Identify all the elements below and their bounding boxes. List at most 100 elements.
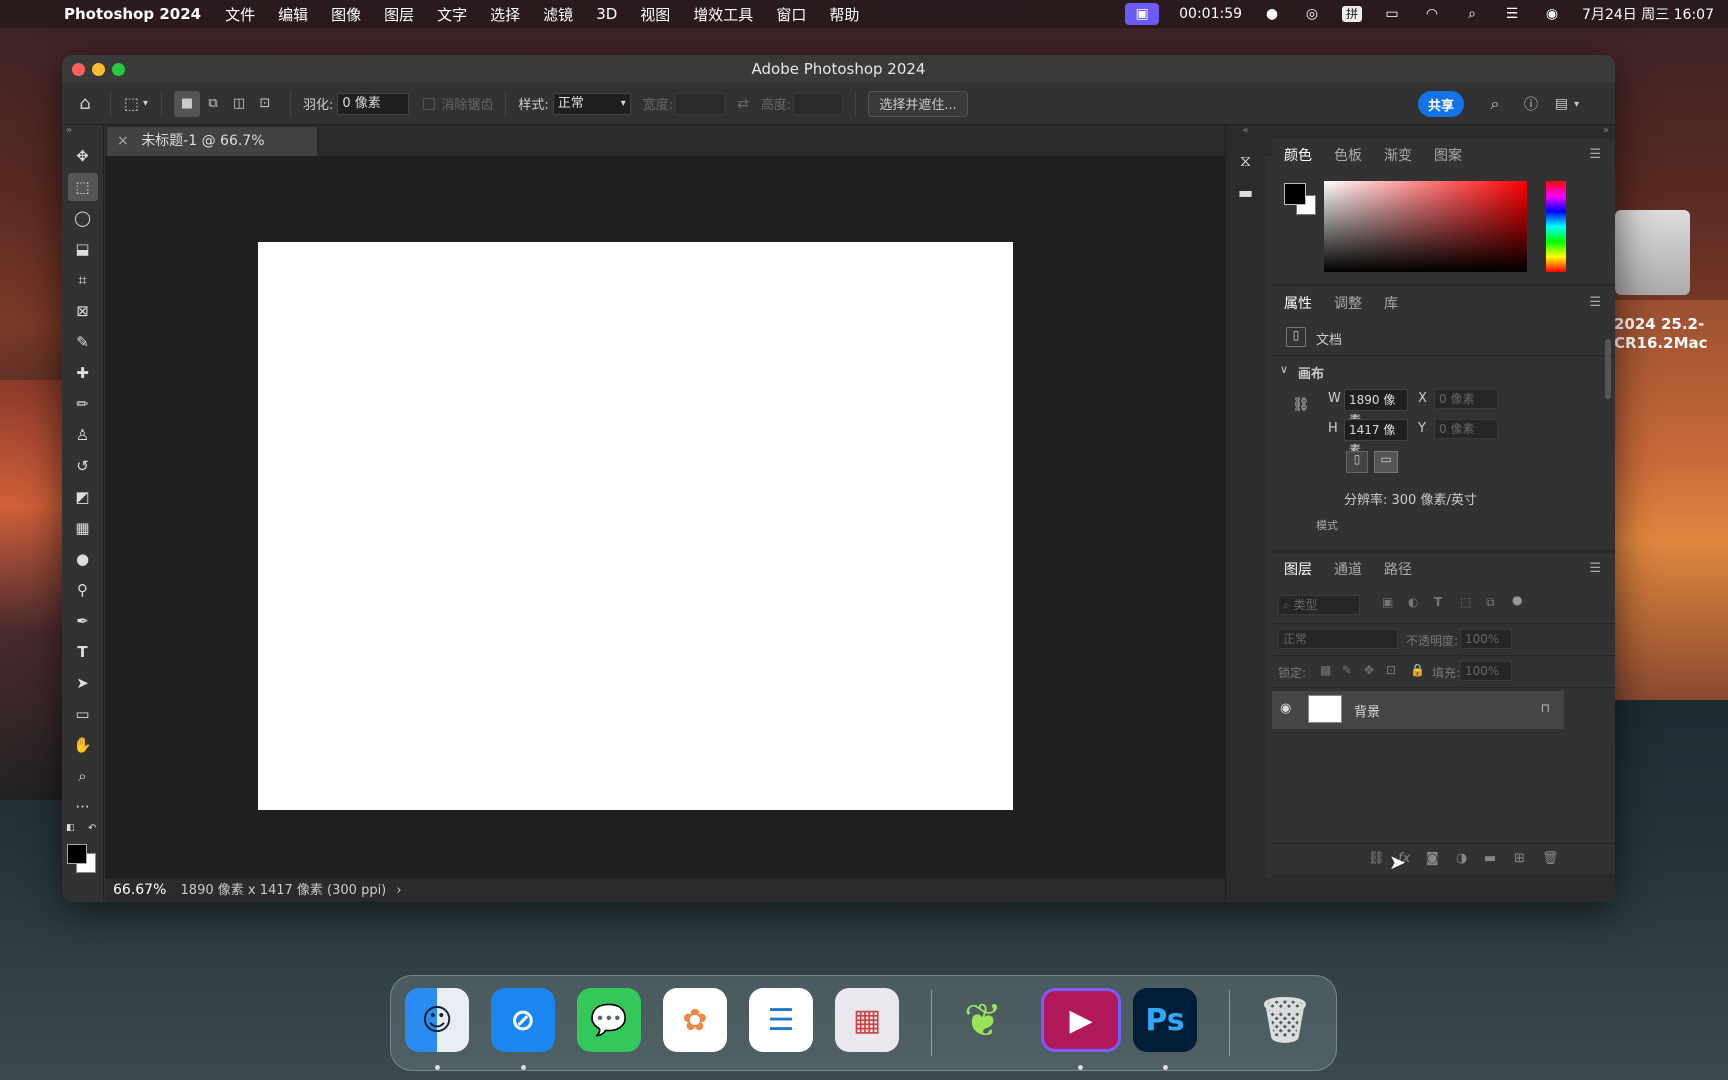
- collapse-toolbar-icon[interactable]: »: [62, 125, 103, 139]
- layers-panel-menu-icon[interactable]: ☰: [1589, 561, 1601, 576]
- control-center-icon[interactable]: ☰: [1502, 6, 1522, 22]
- intersect-selection-icon[interactable]: ⊡: [252, 91, 278, 117]
- collapse-strip-icon[interactable]: «: [1226, 125, 1265, 141]
- menu-plugins[interactable]: 增效工具: [693, 4, 753, 25]
- close-window-button[interactable]: [72, 63, 85, 76]
- frame-tool-icon[interactable]: ⊠: [68, 297, 98, 325]
- launchpad-icon[interactable]: ▦: [835, 988, 899, 1052]
- hand-tool-icon[interactable]: ✋: [68, 731, 98, 759]
- minimize-window-button[interactable]: [92, 63, 105, 76]
- eraser-tool-icon[interactable]: ◩: [68, 483, 98, 511]
- lock-artboard-icon[interactable]: ⊡: [1386, 663, 1396, 677]
- zoom-tool-icon[interactable]: ⌕: [68, 762, 98, 790]
- tab-adjustments[interactable]: 调整: [1334, 293, 1362, 313]
- tab-swatches[interactable]: 色板: [1334, 145, 1362, 165]
- spotlight-search-icon[interactable]: ⌕: [1462, 6, 1482, 22]
- filter-shape-icon[interactable]: ⬚: [1460, 595, 1471, 609]
- color-panel-menu-icon[interactable]: ☰: [1589, 147, 1601, 162]
- hue-slider[interactable]: [1546, 181, 1566, 272]
- tab-channels[interactable]: 通道: [1334, 559, 1362, 579]
- menu-edit[interactable]: 编辑: [278, 4, 308, 25]
- default-colors-icon[interactable]: ◧: [66, 823, 75, 833]
- menu-select[interactable]: 选择: [490, 4, 520, 25]
- menu-filter[interactable]: 滤镜: [543, 4, 573, 25]
- menu-app-name[interactable]: Photoshop 2024: [64, 5, 201, 23]
- add-selection-icon[interactable]: ⧉: [200, 91, 226, 117]
- home-icon[interactable]: ⌂: [72, 91, 98, 117]
- swap-colors-icon[interactable]: ↶: [88, 823, 96, 834]
- menu-type[interactable]: 文字: [437, 4, 467, 25]
- focus-icon[interactable]: ●: [1262, 6, 1282, 22]
- filter-toggle-icon[interactable]: ●: [1512, 593, 1522, 607]
- rectangle-tool-icon[interactable]: ▭: [68, 700, 98, 728]
- document-tab[interactable]: × 未标题-1 @ 66.7%(RGB/8): [107, 127, 317, 177]
- zoom-window-button[interactable]: [112, 63, 125, 76]
- layer-name[interactable]: 背景: [1354, 701, 1380, 720]
- height-field[interactable]: 1417 像素: [1344, 419, 1408, 457]
- path-selection-tool-icon[interactable]: ➤: [68, 669, 98, 697]
- subtract-selection-icon[interactable]: ◫: [226, 91, 252, 117]
- menu-layer[interactable]: 图层: [384, 4, 414, 25]
- width-field[interactable]: 1890 像素: [1344, 389, 1408, 427]
- history-panel-icon[interactable]: ⧖: [1226, 151, 1265, 171]
- width-input[interactable]: [675, 92, 726, 115]
- rectangular-marquee-tool-icon[interactable]: ⬚: [67, 173, 98, 201]
- select-and-mask-button[interactable]: 选择并遮住...: [868, 90, 968, 117]
- layer-filter-select[interactable]: ⌕ 类型: [1278, 595, 1360, 615]
- fill-input[interactable]: 100%: [1460, 661, 1512, 681]
- share-button[interactable]: 共享: [1418, 91, 1465, 117]
- reminders-icon[interactable]: ☰: [749, 988, 813, 1052]
- lock-transparency-icon[interactable]: ▩: [1320, 663, 1331, 677]
- filter-type-icon[interactable]: T: [1434, 595, 1442, 609]
- airplay-icon[interactable]: ◎: [1302, 6, 1322, 22]
- delete-layer-icon[interactable]: 🗑: [1542, 851, 1559, 866]
- layer-row[interactable]: ◉ 背景 ⊓: [1272, 691, 1564, 729]
- healing-brush-tool-icon[interactable]: ✚: [68, 359, 98, 387]
- clock-text[interactable]: 7月24日 周三 16:07: [1582, 4, 1714, 24]
- canvas-area[interactable]: [105, 156, 1265, 878]
- clone-stamp-tool-icon[interactable]: ♙: [68, 421, 98, 449]
- filter-adjustment-icon[interactable]: ◐: [1408, 595, 1418, 609]
- more-tools-icon[interactable]: ···: [68, 793, 98, 821]
- help-icon[interactable]: ⓘ: [1518, 91, 1544, 117]
- lock-all-icon[interactable]: 🔒: [1410, 663, 1425, 677]
- add-mask-icon[interactable]: ◙: [1426, 851, 1439, 866]
- menu-3d[interactable]: 3D: [596, 5, 617, 23]
- photoshop-dock-icon[interactable]: Ps: [1133, 988, 1197, 1052]
- tab-gradients[interactable]: 渐变: [1384, 145, 1412, 165]
- screen-recorder-icon[interactable]: ▶: [1041, 988, 1121, 1052]
- zoom-level[interactable]: 66.67%: [113, 882, 166, 898]
- tab-libraries[interactable]: 库: [1384, 293, 1398, 313]
- type-tool-icon[interactable]: T: [68, 638, 98, 666]
- lock-position-icon[interactable]: ✥: [1364, 663, 1374, 677]
- swap-icon[interactable]: ⇄: [737, 96, 749, 112]
- input-method-icon[interactable]: 拼: [1342, 6, 1363, 22]
- height-input[interactable]: [793, 92, 844, 115]
- eyedropper-tool-icon[interactable]: ✎: [68, 328, 98, 356]
- history-brush-tool-icon[interactable]: ↺: [68, 452, 98, 480]
- move-tool-icon[interactable]: ✥: [68, 142, 98, 170]
- siri-icon[interactable]: ◉: [1542, 6, 1562, 22]
- collapse-panels-icon[interactable]: »: [1272, 125, 1615, 139]
- blend-mode-select[interactable]: 正常: [1278, 629, 1398, 649]
- filter-pixel-icon[interactable]: ▣: [1382, 595, 1393, 609]
- chevron-down-icon[interactable]: ∨: [1280, 363, 1288, 376]
- blur-tool-icon[interactable]: ●: [68, 545, 98, 573]
- lasso-tool-icon[interactable]: ◯: [68, 204, 98, 232]
- adjustment-layer-icon[interactable]: ◑: [1456, 851, 1467, 866]
- color-field[interactable]: [1324, 181, 1527, 272]
- style-select[interactable]: 正常 ▾: [552, 92, 631, 115]
- search-icon[interactable]: ⌕: [1482, 91, 1508, 117]
- messages-icon[interactable]: 💬: [577, 988, 641, 1052]
- trash-icon[interactable]: 🗑: [1253, 988, 1317, 1052]
- battery-icon[interactable]: ▭: [1382, 6, 1402, 22]
- marquee-preset-icon[interactable]: ⬚ ▾: [123, 91, 149, 117]
- tab-layers[interactable]: 图层: [1284, 559, 1312, 579]
- tab-patterns[interactable]: 图案: [1434, 145, 1462, 165]
- disk-icon[interactable]: [1615, 210, 1690, 295]
- comments-panel-icon[interactable]: ▬: [1226, 183, 1265, 202]
- properties-scrollbar[interactable]: [1605, 339, 1611, 399]
- finder-icon[interactable]: ☺: [405, 988, 469, 1052]
- landscape-orientation-icon[interactable]: ▭: [1374, 451, 1398, 473]
- close-tab-icon[interactable]: ×: [117, 133, 129, 149]
